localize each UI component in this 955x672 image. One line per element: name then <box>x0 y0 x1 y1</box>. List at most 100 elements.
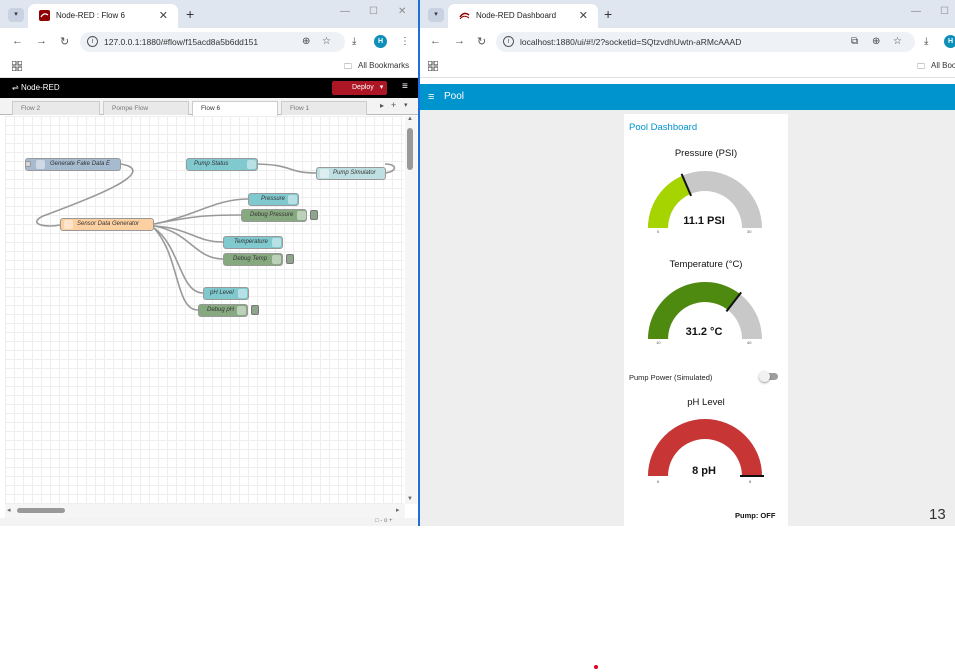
flow-node-temperature-gauge[interactable]: Temperature <box>223 236 283 249</box>
bookmark-star-icon[interactable]: ☆ <box>322 36 331 47</box>
flow-tabs: Flow 2 Pompe Flow Flow 6 Flow 1 ▸ + ▾ <box>0 98 418 116</box>
hamburger-menu-icon[interactable]: ≡ <box>428 91 434 103</box>
flow-canvas[interactable]: Generate Fake Data E Sensor Data Generat… <box>5 116 404 504</box>
flow-node-pressure-gauge[interactable]: Pressure <box>248 193 299 206</box>
gauge-title-ph: pH Level <box>687 397 725 408</box>
debug-icon <box>297 211 306 220</box>
maximize-icon[interactable]: ☐ <box>369 6 378 17</box>
scroll-left-icon[interactable]: ◂ <box>7 506 11 514</box>
gauge-value-pressure: 11.1 PSI <box>683 215 725 227</box>
flow-node-ph-gauge[interactable]: pH Level <box>203 287 249 300</box>
vertical-scroll-thumb[interactable] <box>407 128 413 170</box>
nodered-favicon-icon <box>459 12 470 20</box>
profile-avatar[interactable]: H <box>374 35 387 48</box>
all-bookmarks-link[interactable]: All Bookmarks <box>358 61 409 70</box>
flow-node-function[interactable]: Sensor Data Generator <box>60 218 154 231</box>
apps-grid-icon[interactable] <box>12 61 22 71</box>
flow-node-debug-ph[interactable]: Debug pH <box>198 304 248 317</box>
dashboard-page-title: Pool <box>444 91 465 102</box>
forward-icon[interactable]: → <box>454 35 465 47</box>
switch-knob[interactable] <box>759 371 770 382</box>
gauge-value-temperature: 31.2 °C <box>685 326 723 338</box>
close-tab-icon[interactable]: ✕ <box>159 9 168 22</box>
all-bookmarks-link[interactable]: All Boo <box>931 61 955 70</box>
inject-button[interactable] <box>25 161 31 167</box>
address-bar[interactable]: i 127.0.0.1:1880/#flow/f15acd8a5b6dd151 … <box>80 32 345 52</box>
gauge-icon <box>272 238 281 247</box>
browser-toolbar: ← → ↻ i 127.0.0.1:1880/#flow/f15acd8a5b6… <box>0 28 419 56</box>
bookmark-star-icon[interactable]: ☆ <box>893 36 902 47</box>
gauge-icon <box>288 195 297 204</box>
back-icon[interactable]: ← <box>12 35 23 47</box>
close-tab-icon[interactable]: ✕ <box>579 9 588 22</box>
canvas-footer: □ - o + <box>0 518 418 526</box>
flow-node-pump-status[interactable]: Pump Status <box>186 158 258 171</box>
pump-power-label: Pump Power (Simulated) <box>629 373 713 382</box>
tab-flow-1[interactable]: Flow 1 <box>281 101 367 115</box>
minimize-icon[interactable]: — <box>340 6 350 17</box>
tab-title: Node-RED Dashboard <box>476 11 557 20</box>
scroll-right-icon[interactable]: ▸ <box>396 506 400 514</box>
forward-icon[interactable]: → <box>36 35 47 47</box>
tab-search-button[interactable]: ▾ <box>428 8 444 22</box>
scroll-up-icon[interactable]: ▲ <box>407 116 413 122</box>
nodered-header: ⇌ Node-RED Deploy ▾ ≡ <box>0 78 418 98</box>
address-url: localhost:1880/ui/#!/2?socketid=SQtzvdhU… <box>520 37 742 47</box>
minimize-icon[interactable]: — <box>911 6 921 17</box>
reload-icon[interactable]: ↻ <box>60 35 69 48</box>
close-window-icon[interactable]: ✕ <box>398 6 406 17</box>
pump-simulator-icon <box>320 169 329 178</box>
browser-window-nodered: ▾ Node-RED : Flow 6 ✕ + — ☐ ✕ ← → ↻ i 12… <box>0 0 419 526</box>
site-info-icon[interactable]: i <box>503 36 514 47</box>
flow-node-debug-temp[interactable]: Debug Temp <box>223 253 283 266</box>
scroll-tabs-right-icon[interactable]: ▸ <box>380 101 384 110</box>
flow-list-icon[interactable]: ▾ <box>404 101 408 109</box>
scroll-down-icon[interactable]: ▼ <box>407 496 413 502</box>
tab-search-button[interactable]: ▾ <box>8 8 24 22</box>
nodered-menu-icon[interactable]: ≡ <box>402 81 408 92</box>
function-icon <box>64 220 73 229</box>
tab-title: Node-RED : Flow 6 <box>56 11 125 20</box>
browser-tab-dashboard[interactable]: Node-RED Dashboard ✕ <box>448 4 598 28</box>
folder-icon: 🗀 <box>344 62 352 71</box>
new-tab-button[interactable]: + <box>186 6 194 22</box>
group-title: Pool Dashboard <box>629 122 698 133</box>
tab-flow-6[interactable]: Flow 6 <box>192 101 278 116</box>
chevron-down-icon[interactable]: ▾ <box>380 84 384 91</box>
deploy-button[interactable]: Deploy ▾ <box>332 81 387 95</box>
debug-toggle-button[interactable] <box>310 210 318 220</box>
zoom-icon[interactable]: ⊕ <box>872 36 880 47</box>
install-app-icon[interactable]: ⧉ <box>851 36 858 47</box>
canvas-horizontal-scrollbar[interactable]: ◂ ▸ <box>5 504 405 518</box>
browser-menu-icon[interactable]: ⋮ <box>400 36 410 47</box>
flow-node-pump-simulator[interactable]: Pump Simulator <box>316 167 386 180</box>
apps-grid-icon[interactable] <box>428 61 438 71</box>
site-info-icon[interactable]: i <box>87 36 98 47</box>
browser-toolbar: ← → ↻ i localhost:1880/ui/#!/2?socketid=… <box>420 28 955 56</box>
debug-toggle-button[interactable] <box>251 305 259 315</box>
new-tab-button[interactable]: + <box>604 6 612 22</box>
back-icon[interactable]: ← <box>430 35 441 47</box>
bookmarks-bar: 🗀 All Bookmarks <box>0 56 419 78</box>
profile-avatar[interactable]: H <box>944 35 955 48</box>
tab-flow-2[interactable]: Flow 2 <box>12 101 100 115</box>
debug-toggle-button[interactable] <box>286 254 294 264</box>
gauge-max-pressure: 30 <box>747 229 752 234</box>
download-icon[interactable]: ⤓ <box>924 36 928 47</box>
tab-pompe-flow[interactable]: Pompe Flow <box>103 101 189 115</box>
browser-tab-nodered[interactable]: Node-RED : Flow 6 ✕ <box>28 4 178 28</box>
download-icon[interactable]: ⤓ <box>352 36 356 47</box>
zoom-controls-icon[interactable]: □ - o + <box>375 518 392 524</box>
pump-power-switch[interactable] <box>759 371 778 382</box>
nodered-favicon-icon <box>39 10 50 21</box>
address-bar[interactable]: i localhost:1880/ui/#!/2?socketid=SQtzvd… <box>496 32 915 52</box>
horizontal-scroll-thumb[interactable] <box>17 508 65 513</box>
add-flow-icon[interactable]: + <box>391 100 396 110</box>
canvas-vertical-scrollbar[interactable]: ▲ ▼ <box>405 116 417 504</box>
maximize-icon[interactable]: ☐ <box>940 6 949 17</box>
gauge-value-ph: 8 pH <box>692 465 716 477</box>
zoom-icon[interactable]: ⊕ <box>302 36 310 47</box>
reload-icon[interactable]: ↻ <box>477 35 486 48</box>
flow-node-inject[interactable]: Generate Fake Data E <box>25 158 121 171</box>
flow-node-debug-pressure[interactable]: Debug Pressure <box>241 209 307 222</box>
